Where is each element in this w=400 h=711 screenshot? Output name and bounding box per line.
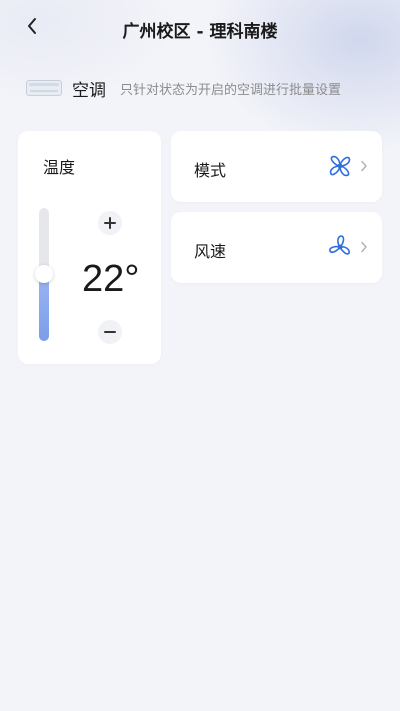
minus-icon [104, 331, 116, 333]
mode-option[interactable]: 模式 [171, 131, 382, 202]
chevron-right-icon [361, 160, 367, 172]
device-row: 空调 只针对状态为开启的空调进行批量设置 [26, 76, 386, 101]
mode-label: 模式 [194, 161, 227, 180]
slider-thumb[interactable] [35, 265, 53, 283]
device-name: 空调 [72, 80, 106, 101]
pinwheel-icon [329, 155, 351, 177]
fan-speed-label: 风速 [194, 242, 227, 261]
temperature-increase-button[interactable] [98, 211, 122, 235]
page-title: 广州校区 - 理科南楼 [122, 22, 278, 42]
plus-icon [104, 217, 116, 229]
device-hint: 只针对状态为开启的空调进行批量设置 [120, 82, 342, 98]
fan-speed-option[interactable]: 风速 [171, 212, 382, 283]
temperature-label: 温度 [43, 158, 76, 177]
temperature-decrease-button[interactable] [98, 320, 122, 344]
chevron-right-icon [361, 241, 367, 253]
temperature-value: 22° [82, 258, 140, 300]
fan-icon [329, 235, 350, 255]
air-conditioner-icon [26, 79, 62, 97]
slider-fill [39, 274, 49, 341]
header: 广州校区 - 理科南楼 [0, 0, 400, 56]
